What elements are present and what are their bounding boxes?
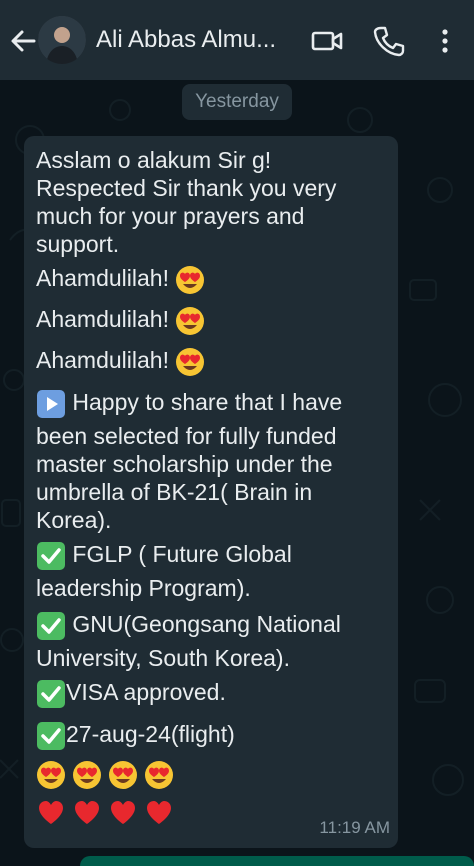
heart-emoji-icon [111, 801, 135, 824]
message-line-with-icon: 27-aug-24(flight) [36, 720, 235, 751]
heart-eyes-emoji-icon [37, 761, 65, 789]
contact-avatar[interactable] [38, 16, 86, 64]
message-line: University, South Korea). [36, 645, 290, 671]
message-line-with-icon: FGLP ( Future Global [36, 540, 292, 571]
heart-emoji-icon [39, 801, 63, 824]
more-options-icon [442, 29, 448, 53]
message-text: Ahamdulilah! [36, 265, 169, 291]
check-mark-emoji-icon [37, 721, 65, 750]
heart-eyes-emoji-icon [176, 347, 205, 376]
message-line-with-emoji: Ahamdulilah! [36, 305, 205, 336]
message-text: 27-aug-24(flight) [66, 721, 235, 747]
video-call-button[interactable] [310, 24, 344, 58]
back-arrow-icon [11, 30, 36, 52]
avatar-photo [38, 16, 86, 64]
back-button[interactable] [6, 24, 40, 58]
message-line-with-icon: Happy to share that I have [36, 388, 342, 419]
message-line: been selected for fully funded [36, 423, 337, 449]
message-text: VISA approved. [66, 679, 226, 705]
message-line: leadership Program). [36, 575, 251, 601]
phone-call-icon [373, 26, 405, 57]
message-text: Ahamdulilah! [36, 347, 169, 373]
check-mark-emoji-icon [37, 611, 65, 640]
heart-eyes-emoji-row [36, 760, 174, 790]
message-line-with-icon: GNU(Geongsang National [36, 610, 341, 641]
message-text: Happy to share that I have [72, 389, 343, 415]
message-line: master scholarship under the [36, 451, 333, 477]
message-line: Korea). [36, 507, 112, 533]
message-line: Respected Sir thank you very [36, 175, 337, 201]
next-message-edge [80, 856, 474, 866]
check-mark-emoji-icon [37, 541, 65, 570]
message-text: GNU(Geongsang National [72, 611, 341, 637]
message-text: Ahamdulilah! [36, 306, 169, 332]
message-line-with-icon: VISA approved. [36, 678, 226, 709]
message-line-with-emoji: Ahamdulilah! [36, 346, 205, 377]
voice-call-button[interactable] [372, 24, 406, 58]
message-line: Asslam o alakum Sir g! [36, 147, 272, 173]
date-divider: Yesterday [182, 84, 292, 120]
play-button-emoji-icon [37, 389, 65, 418]
heart-eyes-emoji-icon [109, 761, 137, 789]
heart-emoji-icon [147, 801, 171, 824]
chat-header: Ali Abbas Almu... [0, 0, 474, 80]
message-line: umbrella of BK-21( Brain in [36, 479, 313, 505]
heart-eyes-emoji-icon [145, 761, 173, 789]
contact-name[interactable]: Ali Abbas Almu... [96, 24, 296, 56]
message-timestamp: 11:19 AM [319, 818, 390, 837]
message-text: FGLP ( Future Global [72, 541, 292, 567]
heart-eyes-emoji-icon [176, 265, 205, 294]
check-mark-emoji-icon [37, 679, 65, 708]
message-line: support. [36, 231, 120, 257]
video-call-icon [311, 31, 343, 51]
heart-emoji-row [36, 798, 174, 828]
message-line-with-emoji: Ahamdulilah! [36, 264, 205, 295]
heart-emoji-icon [75, 801, 99, 824]
more-options-button[interactable] [428, 24, 462, 58]
message-line: much for your prayers and [36, 203, 305, 229]
heart-eyes-emoji-icon [176, 306, 205, 335]
heart-eyes-emoji-icon [73, 761, 101, 789]
